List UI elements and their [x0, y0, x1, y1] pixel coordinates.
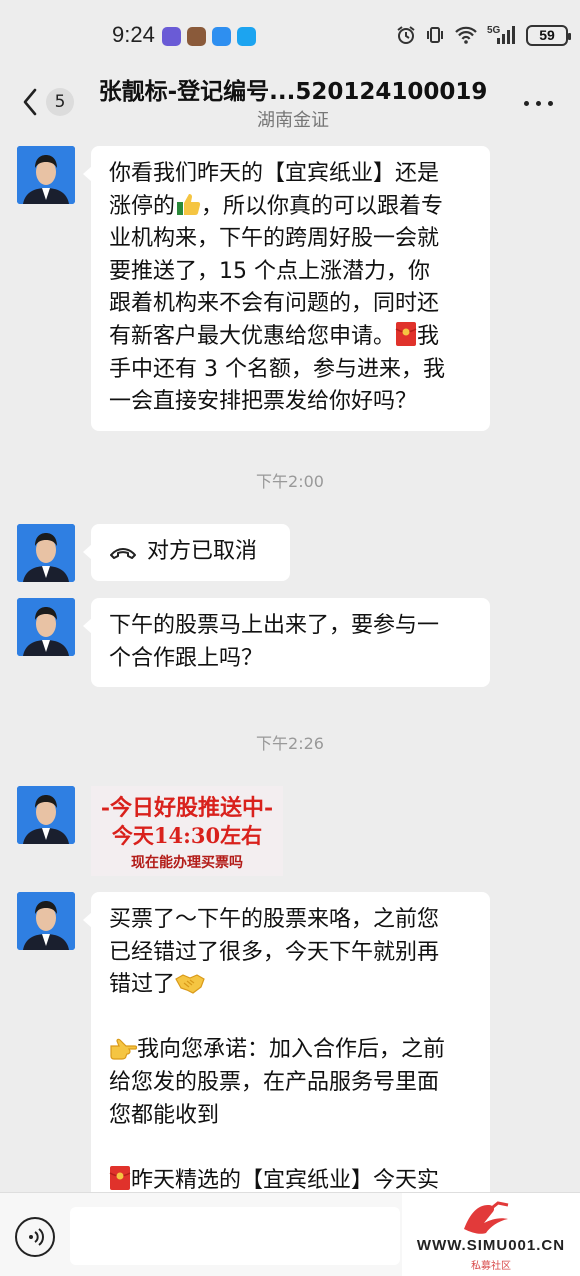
- chat-header: 5 张靓标-登记编号...520124100019 湖南金证: [0, 66, 580, 138]
- pointing-right-icon: [110, 1039, 137, 1060]
- person-avatar-icon: [17, 892, 75, 950]
- promo-question: 现在能办理买票吗: [131, 855, 243, 871]
- message-line: 有新客户最大优惠给您申请。我: [109, 321, 474, 354]
- watermark-text: WWW.SIMU001.CN: [416, 1237, 566, 1254]
- status-indicators: 5G 59: [396, 24, 571, 46]
- message-line: 下午的股票马上出来了，要参与一: [109, 613, 440, 638]
- svg-text:5G: 5G: [487, 25, 501, 36]
- message-line: 昨天精选的【宜宾纸业】今天实: [109, 1165, 474, 1192]
- thumbs-up-icon: [177, 193, 201, 215]
- message-line: 你看我们昨天的【宜宾纸业】还是: [109, 161, 440, 186]
- unread-count-badge: 5: [46, 88, 74, 116]
- more-button[interactable]: [522, 88, 556, 116]
- promo-image-message[interactable]: -今日好股推送中- 今天14:30左右 现在能办理买票吗: [91, 786, 283, 876]
- message-line: 手中还有 3 个名额，参与进来，我: [109, 356, 445, 382]
- timestamp: 下午2:00: [256, 472, 324, 491]
- chevron-left-icon: [23, 88, 37, 116]
- wifi-icon: [455, 26, 477, 44]
- message-line: 业机构来，下午的跨周好股一会就: [109, 226, 440, 252]
- search-notification-icon: [237, 27, 256, 46]
- avatar[interactable]: [17, 786, 75, 844]
- avatar[interactable]: [17, 598, 75, 656]
- watermark-logo-icon: [464, 1201, 509, 1234]
- more-dots-icon: [524, 101, 529, 106]
- person-avatar-icon: [17, 524, 75, 582]
- message-line: 错过了: [109, 969, 474, 1002]
- message-bubble[interactable]: 你看我们昨天的【宜宾纸业】还是 涨停的 ，所以你真的可以跟着专 业机构来，下午的跨…: [83, 146, 490, 431]
- handshake-icon: [175, 974, 205, 994]
- message-line: 要推送了，15 个点上涨潜力，你: [109, 258, 430, 284]
- voice-button[interactable]: [15, 1217, 55, 1257]
- input-bar: WWW.SIMU001.CN 私募社区: [0, 1192, 580, 1276]
- status-time: 9:24: [112, 22, 155, 47]
- person-avatar-icon: [17, 786, 75, 844]
- red-envelope-icon: [395, 321, 417, 346]
- message-line: 买票了～下午的股票来咯，之前您: [109, 907, 440, 932]
- vibrate-icon: [427, 27, 443, 43]
- message-bubble[interactable]: 买票了～下午的股票来咯，之前您 已经错过了很多，今天下午就别再 错过了 我向您承…: [83, 892, 490, 1192]
- message-bubble[interactable]: 下午的股票马上出来了，要参与一 个合作跟上吗？: [83, 598, 490, 688]
- alarm-icon: [397, 26, 415, 44]
- back-button[interactable]: 5: [22, 86, 82, 118]
- message-line: 我向您承诺：加入合作后，之前: [109, 1034, 474, 1067]
- watermark: WWW.SIMU001.CN 私募社区: [402, 1193, 580, 1276]
- avatar[interactable]: [17, 146, 75, 204]
- message-line: 给您发的股票，在产品服务号里面: [109, 1069, 440, 1095]
- message-line: 跟着机构来不会有问题的，同时还: [109, 291, 440, 317]
- phone-hangup-icon: [110, 548, 136, 560]
- signal-icon: 5G: [487, 25, 515, 44]
- timestamp: 下午2:26: [256, 734, 324, 753]
- chat-messages[interactable]: 你看我们昨天的【宜宾纸业】还是 涨停的 ，所以你真的可以跟着专 业机构来，下午的跨…: [0, 138, 580, 1192]
- message-line: 一会直接安排把票发给你好吗？: [109, 389, 418, 415]
- status-bar: 9:24 5G 59: [0, 0, 580, 66]
- avatar[interactable]: [17, 524, 75, 582]
- person-avatar-icon: [17, 598, 75, 656]
- cloud-notification-icon: [212, 27, 231, 46]
- game-notification-icon: [187, 27, 206, 46]
- call-record-bubble[interactable]: 对方已取消: [83, 524, 290, 581]
- person-avatar-icon: [17, 146, 75, 204]
- red-envelope-icon: [109, 1165, 131, 1190]
- message-input[interactable]: [70, 1207, 400, 1265]
- app-notification-icon: [162, 27, 181, 46]
- promo-headline: -今日好股推送中-: [100, 795, 274, 821]
- voice-icon: [29, 1228, 44, 1246]
- avatar[interactable]: [17, 892, 75, 950]
- message-line: 已经错过了很多，今天下午就别再: [109, 939, 440, 965]
- message-line: 您都能收到: [109, 1102, 220, 1128]
- chat-title[interactable]: 张靓标-登记编号...520124100019: [98, 72, 488, 106]
- status-notification-icons: [162, 27, 256, 46]
- watermark-subtext: 私募社区: [471, 1261, 511, 1272]
- call-status-text: 对方已取消: [147, 539, 258, 564]
- battery-indicator: 59: [526, 24, 571, 46]
- promo-time: 今天14:30左右: [111, 823, 263, 848]
- message-line: 个合作跟上吗？: [109, 645, 264, 671]
- chat-subtitle: 湖南金证: [257, 110, 329, 131]
- message-line: 涨停的 ，所以你真的可以跟着专: [109, 191, 474, 224]
